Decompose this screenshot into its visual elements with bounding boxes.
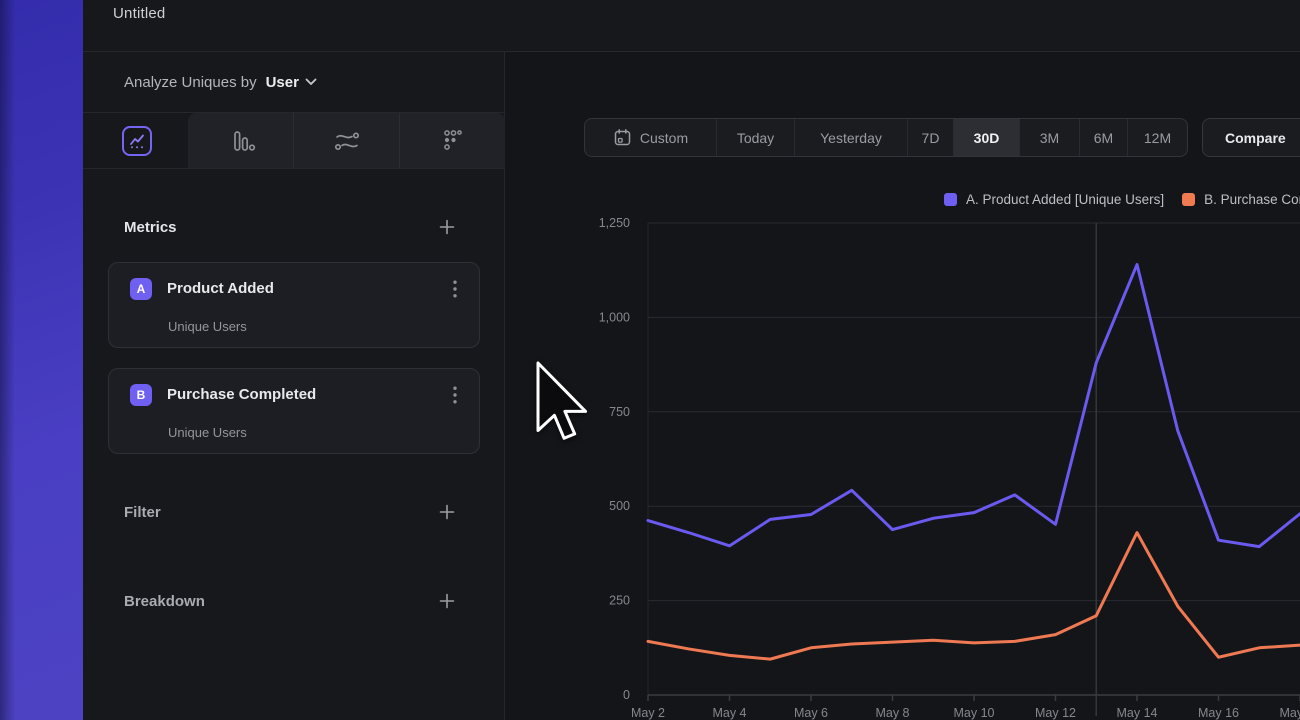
metric-name: Product Added	[167, 280, 274, 297]
y-axis-tick-label: 0	[623, 688, 630, 702]
metrics-header: Metrics	[83, 212, 504, 242]
tab-retention[interactable]	[399, 113, 505, 168]
add-metric-button[interactable]	[438, 218, 456, 236]
dots-grid-icon	[438, 126, 468, 156]
x-axis-tick-label: May 4	[712, 706, 746, 720]
app-window: Untitled Analyze Uniques by User	[83, 0, 1300, 720]
metric-card-purchase-completed[interactable]: B Purchase Completed Unique Users	[108, 368, 480, 454]
breakdown-section: Breakdown	[83, 586, 504, 616]
analyze-row: Analyze Uniques by User	[83, 52, 504, 113]
plus-icon	[439, 504, 455, 520]
x-axis-tick-label: May 8	[875, 706, 909, 720]
metric-badge: A	[130, 278, 152, 300]
plus-icon	[439, 593, 455, 609]
metric-measurement[interactable]: Unique Users	[168, 319, 247, 334]
x-axis-tick-label: May 6	[794, 706, 828, 720]
chevron-down-icon	[305, 78, 317, 86]
metric-badge: B	[130, 384, 152, 406]
add-breakdown-button[interactable]	[438, 592, 456, 610]
kebab-menu-icon[interactable]	[445, 385, 465, 405]
chart-panel: Custom Today Yesterday 7D 30D 3M 6M 12M …	[505, 52, 1300, 720]
line-chart-icon	[127, 131, 147, 151]
metric-name: Purchase Completed	[167, 386, 316, 403]
chart-canvas[interactable]: 0 250 500 750 1,000 1,250 May 2 May 4 May 6 May 8…	[505, 52, 1300, 720]
filter-section: Filter	[83, 497, 504, 527]
analyze-by-dropdown[interactable]: User	[266, 74, 317, 91]
metric-measurement[interactable]: Unique Users	[168, 425, 247, 440]
sidebar: Analyze Uniques by User	[83, 52, 505, 720]
kebab-menu-icon[interactable]	[445, 279, 465, 299]
x-axis-tick-label: May 14	[1117, 706, 1158, 720]
x-axis-tick-label: May 18	[1280, 706, 1300, 720]
tab-bar-chart[interactable]	[188, 113, 293, 168]
metric-card-product-added[interactable]: A Product Added Unique Users	[108, 262, 480, 348]
series-line[interactable]	[648, 265, 1300, 547]
filter-label: Filter	[124, 504, 161, 521]
mouse-cursor	[536, 361, 590, 443]
add-filter-button[interactable]	[438, 503, 456, 521]
y-axis-tick-label: 500	[609, 499, 630, 513]
bar-chart-icon	[226, 126, 256, 156]
x-axis-tick-label: May 2	[631, 706, 665, 720]
flows-icon	[331, 126, 363, 156]
report-title[interactable]: Untitled	[113, 5, 165, 22]
tab-line-chart[interactable]	[122, 126, 152, 156]
desktop-background-strip	[0, 0, 83, 720]
titlebar: Untitled	[83, 0, 1300, 52]
series-line[interactable]	[648, 533, 1300, 659]
y-axis-tick-label: 1,000	[599, 310, 630, 324]
breakdown-label: Breakdown	[124, 593, 205, 610]
analyze-by-value: User	[266, 74, 299, 91]
y-axis-tick-label: 250	[609, 594, 630, 608]
y-axis-tick-label: 750	[609, 405, 630, 419]
tab-flows[interactable]	[293, 113, 399, 168]
chart-type-strip	[188, 113, 505, 168]
x-axis-tick-label: May 12	[1035, 706, 1076, 720]
x-axis-tick-label: May 10	[954, 706, 995, 720]
metrics-title: Metrics	[124, 219, 177, 236]
chart-type-tabbar	[83, 113, 504, 169]
x-axis-tick-label: May 16	[1198, 706, 1239, 720]
y-axis-tick-label: 1,250	[599, 216, 630, 230]
analyze-label: Analyze Uniques by	[124, 74, 257, 91]
plus-icon	[439, 219, 455, 235]
